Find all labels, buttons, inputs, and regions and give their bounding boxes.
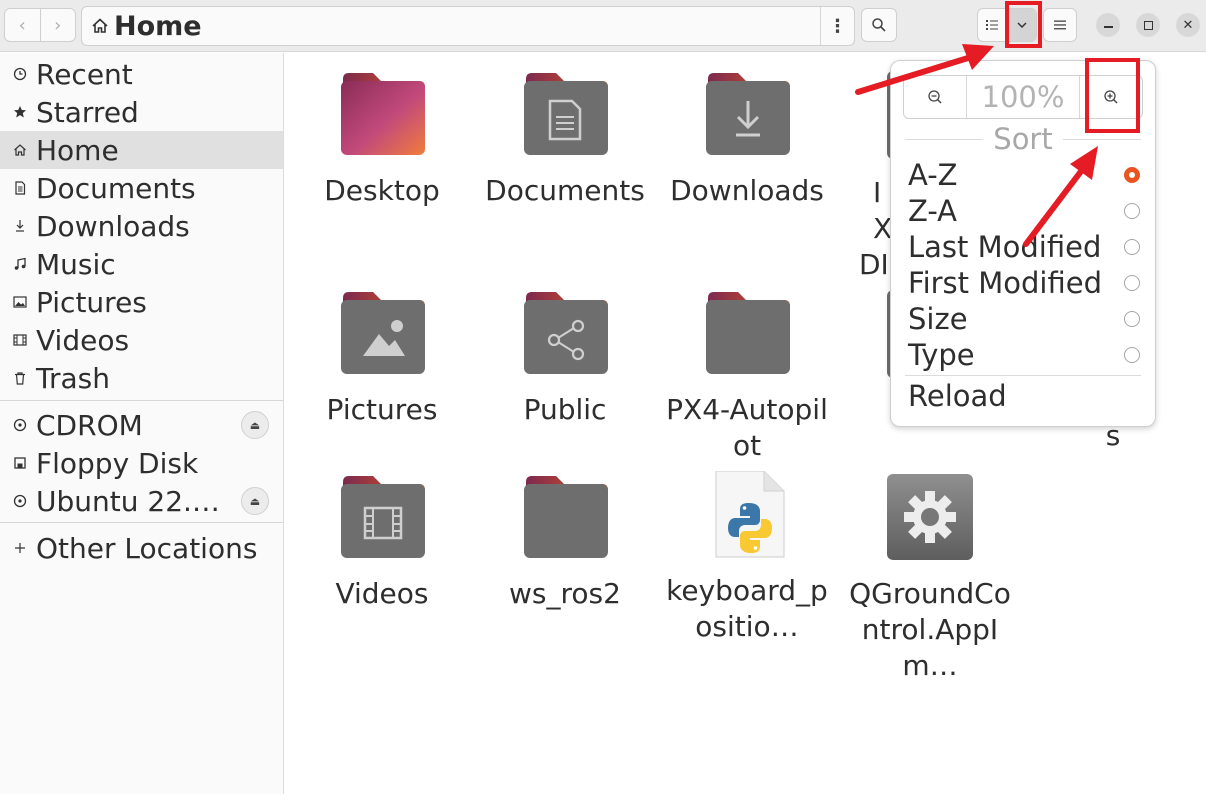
file-item-downloads[interactable]: Downloads <box>662 71 832 209</box>
file-item-pictures[interactable]: Pictures <box>297 290 467 428</box>
home-icon <box>11 141 29 159</box>
search-icon <box>872 18 886 32</box>
file-item-qgroundcontrol[interactable]: QGroundControl.AppIm… <box>845 474 1015 684</box>
search-button[interactable] <box>861 8 897 42</box>
clock-icon <box>11 65 29 83</box>
sidebar-item-documents[interactable]: Documents <box>0 169 283 207</box>
floppy-icon <box>11 454 29 472</box>
sidebar-item-trash[interactable]: Trash <box>0 359 283 397</box>
file-item-px4-autopilot[interactable]: PX4-Autopilot <box>662 290 832 464</box>
sidebar-item-cdrom[interactable]: CDROM ⏏ <box>0 406 283 444</box>
trash-icon <box>11 369 29 387</box>
radio-unselected[interactable] <box>1124 311 1140 327</box>
eject-icon: ⏏ <box>249 418 261 432</box>
radio-unselected[interactable] <box>1124 203 1140 219</box>
file-item-public[interactable]: Public <box>480 290 650 428</box>
sidebar-item-other-locations[interactable]: Other Locations <box>0 529 283 567</box>
star-icon <box>11 103 29 121</box>
main-menu-button[interactable] <box>1043 8 1077 42</box>
sidebar-item-ubuntu-disc[interactable]: Ubuntu 22.… ⏏ <box>0 482 283 520</box>
file-item-videos[interactable]: Videos <box>297 474 467 612</box>
download-icon <box>11 217 29 235</box>
maximize-button[interactable] <box>1136 13 1160 37</box>
minimize-icon <box>1103 26 1113 28</box>
path-home-segment[interactable]: Home <box>90 7 202 45</box>
sidebar-separator <box>0 400 283 401</box>
path-menu-button[interactable]: ⋮ <box>820 7 854 45</box>
gear-icon <box>885 474 975 562</box>
file-item-ws-ros2[interactable]: ws_ros2 <box>480 474 650 612</box>
radio-unselected[interactable] <box>1124 347 1140 363</box>
sort-option-first-modified[interactable]: First Modified <box>908 265 1148 301</box>
downloads-folder-icon <box>702 71 792 159</box>
zoom-out-icon <box>928 90 942 104</box>
sort-option-last-modified[interactable]: Last Modified <box>908 229 1148 265</box>
annotation-highlight-box <box>1085 58 1140 133</box>
film-icon <box>11 331 29 349</box>
disc-icon <box>11 416 29 434</box>
file-item-documents[interactable]: Documents <box>480 71 650 209</box>
file-item-desktop[interactable]: Desktop <box>297 71 467 209</box>
sidebar-item-starred[interactable]: Starred <box>0 93 283 131</box>
zoom-out-button[interactable] <box>904 76 966 118</box>
desktop-folder-icon <box>337 71 427 159</box>
file-item-keyboard-position[interactable]: keyboard_positio… <box>662 470 832 645</box>
document-icon <box>11 179 29 197</box>
hidden-item-label: I X DI <box>859 176 893 281</box>
pictures-folder-icon <box>337 290 427 378</box>
sidebar-item-recent[interactable]: Recent <box>0 55 283 93</box>
forward-button[interactable]: › <box>39 9 76 41</box>
zoom-level[interactable]: 100% <box>966 76 1080 118</box>
annotation-highlight-box <box>1005 1 1042 48</box>
vertical-dots-icon: ⋮ <box>828 15 847 37</box>
sort-option-a-z[interactable]: A-Z <box>908 157 1148 193</box>
sidebar-item-music[interactable]: Music <box>0 245 283 283</box>
path-bar[interactable]: Home ⋮ <box>81 6 855 46</box>
sidebar-item-downloads[interactable]: Downloads <box>0 207 283 245</box>
videos-folder-icon <box>337 474 427 562</box>
python-file-icon <box>702 470 792 559</box>
navigation-buttons: ‹ › <box>4 8 76 42</box>
folder-icon <box>520 474 610 562</box>
close-button[interactable]: ✕ <box>1176 13 1200 37</box>
eject-button[interactable]: ⏏ <box>241 487 269 515</box>
hamburger-menu-icon <box>1054 20 1066 30</box>
public-folder-icon <box>520 290 610 378</box>
sidebar-item-home[interactable]: Home <box>0 131 283 169</box>
music-note-icon <box>11 255 29 273</box>
picture-icon <box>11 293 29 311</box>
sidebar-item-pictures[interactable]: Pictures <box>0 283 283 321</box>
disc-icon <box>11 492 29 510</box>
sort-option-z-a[interactable]: Z-A <box>908 193 1148 229</box>
sort-option-type[interactable]: Type <box>908 337 1148 373</box>
sidebar-separator <box>0 522 283 523</box>
back-button[interactable]: ‹ <box>5 9 40 41</box>
path-label: Home <box>114 10 202 42</box>
eject-button[interactable]: ⏏ <box>241 411 269 439</box>
sort-option-size[interactable]: Size <box>908 301 1148 337</box>
sidebar: Recent Starred Home Documents Downloads … <box>0 53 284 794</box>
close-icon: ✕ <box>1182 17 1194 33</box>
radio-selected[interactable] <box>1124 167 1140 183</box>
minimize-button[interactable] <box>1096 13 1120 37</box>
sidebar-item-videos[interactable]: Videos <box>0 321 283 359</box>
popover-separator <box>905 375 1141 376</box>
maximize-icon <box>1143 20 1153 30</box>
chevron-left-icon: ‹ <box>18 14 26 36</box>
home-icon <box>92 18 108 33</box>
eject-icon: ⏏ <box>249 494 261 508</box>
chevron-right-icon: › <box>54 14 62 36</box>
sidebar-item-floppy-disk[interactable]: Floppy Disk <box>0 444 283 482</box>
radio-unselected[interactable] <box>1124 275 1140 291</box>
radio-unselected[interactable] <box>1124 239 1140 255</box>
folder-icon <box>702 290 792 378</box>
documents-folder-icon <box>520 71 610 159</box>
reload-button[interactable]: Reload <box>908 379 1007 413</box>
list-view-icon <box>986 20 998 30</box>
plus-icon <box>11 539 29 557</box>
